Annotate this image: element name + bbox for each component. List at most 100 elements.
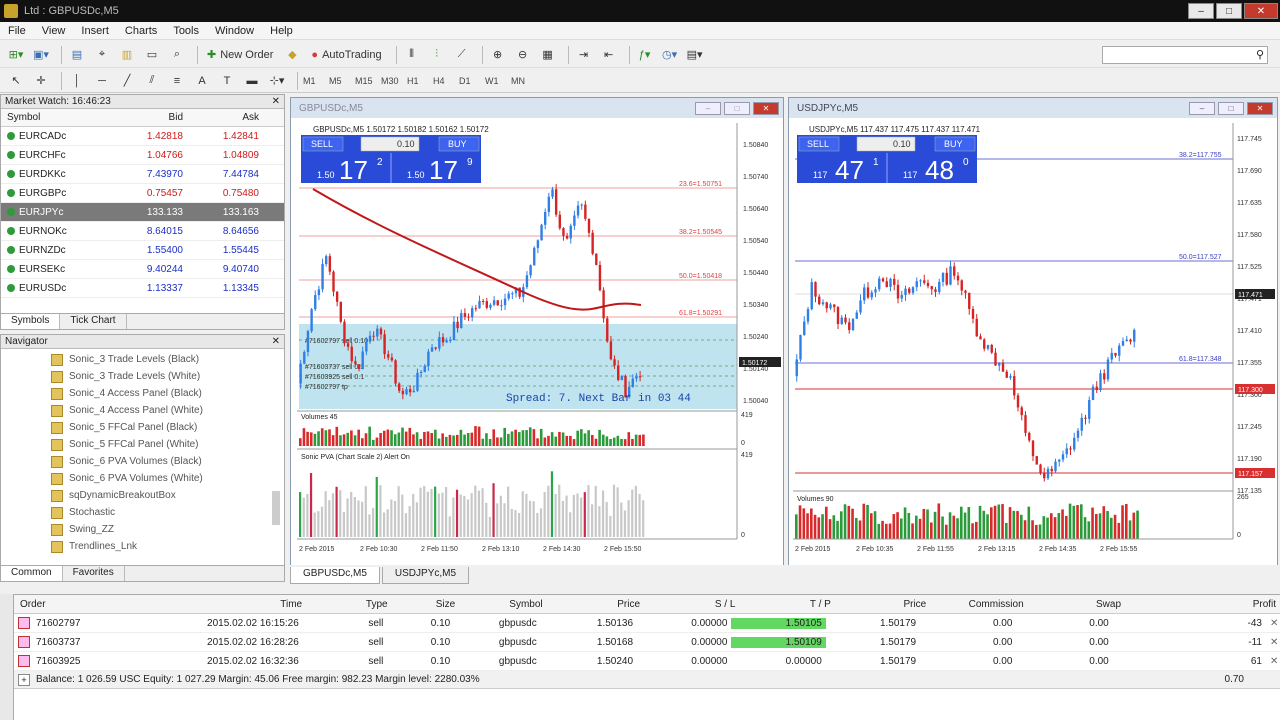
navigator-item[interactable]: Sonic_3 Trade Levels (Black) [1, 351, 284, 368]
chart-shift-icon[interactable]: ⇥ [574, 45, 594, 65]
tab-common[interactable]: Common [1, 566, 63, 581]
horizontal-line-icon[interactable]: ─ [92, 71, 112, 91]
tab-symbols[interactable]: Symbols [1, 314, 61, 329]
navigator-item[interactable]: Sonic_5 FFCal Panel (Black) [1, 419, 284, 436]
zoom-in-icon[interactable]: ⊕ [488, 45, 508, 65]
metaeditor-icon[interactable]: ◆ [282, 45, 302, 65]
timeframe-w1[interactable]: W1 [485, 76, 507, 86]
close-icon[interactable]: ✕ [272, 336, 280, 347]
market-watch-row[interactable]: EURSEKc 9.40244 9.40740 [1, 260, 284, 279]
menu-tools[interactable]: Tools [165, 25, 207, 37]
minimize-button[interactable]: – [1188, 3, 1214, 19]
timeframe-m15[interactable]: M15 [355, 76, 377, 86]
periods-icon[interactable]: ◷▾ [660, 45, 680, 65]
timeframe-h4[interactable]: H4 [433, 76, 455, 86]
navigator-icon[interactable]: ▥ [117, 45, 137, 65]
expand-icon[interactable]: + [18, 673, 30, 686]
navigator-item[interactable]: Sonic_4 Access Panel (Black) [1, 385, 284, 402]
market-watch-row[interactable]: EURUSDc 1.13337 1.13345 [1, 279, 284, 298]
fibonacci-icon[interactable]: ≡ [167, 71, 187, 91]
column-time[interactable]: Time [131, 599, 306, 610]
terminal-icon[interactable]: ▭ [142, 45, 162, 65]
column-profit[interactable]: Profit [1125, 599, 1280, 610]
maximize-button[interactable]: □ [1216, 3, 1242, 19]
tester-icon[interactable]: ⌕ [167, 45, 187, 65]
column-sl[interactable]: S / L [644, 599, 739, 610]
crosshair-icon[interactable]: ✛ [31, 71, 51, 91]
timeframe-m30[interactable]: M30 [381, 76, 403, 86]
navigator-scrollbar[interactable] [272, 491, 280, 525]
channel-icon[interactable]: ⫽ [142, 71, 162, 91]
shapes-icon[interactable]: ⊹▾ [267, 71, 287, 91]
column-type[interactable]: Type [306, 599, 391, 610]
new-chart-icon[interactable]: ⊞▾ [6, 45, 26, 65]
timeframe-h1[interactable]: H1 [407, 76, 429, 86]
chart-window-titlebar[interactable]: USDJPYc,M5 – □ ✕ [789, 98, 1277, 118]
market-watch-row[interactable]: EURCADc 1.42818 1.42841 [1, 127, 284, 146]
auto-scroll-icon[interactable]: ⇤ [599, 45, 619, 65]
column-symbol[interactable]: Symbol [459, 599, 546, 610]
close-button[interactable]: ✕ [1247, 101, 1273, 115]
maximize-button[interactable]: □ [1218, 101, 1244, 115]
chart-tab-gbpusd[interactable]: GBPUSDc,M5 [290, 567, 380, 584]
close-order-icon[interactable]: ✕ [1266, 656, 1280, 667]
market-watch-row[interactable]: EURNZDc 1.55400 1.55445 [1, 241, 284, 260]
indicators-icon[interactable]: ƒ▾ [635, 45, 655, 65]
close-icon[interactable]: ✕ [272, 96, 280, 107]
maximize-button[interactable]: □ [724, 101, 750, 115]
candlestick-icon[interactable]: ⫶ [427, 45, 447, 65]
timeframe-d1[interactable]: D1 [459, 76, 481, 86]
column-size[interactable]: Size [392, 599, 460, 610]
gbpusd-chart[interactable]: GBPUSDc,M5 1.50172 1.50182 1.50162 1.501… [291, 119, 783, 565]
navigator-item[interactable]: Sonic_3 Trade Levels (White) [1, 368, 284, 385]
cursor-icon[interactable]: ↖ [6, 71, 26, 91]
close-button[interactable]: ✕ [1244, 3, 1278, 19]
chart-window-usdjpy[interactable]: USDJPYc,M5 – □ ✕ USDJPYc,M5 117.437 117.47… [788, 97, 1278, 565]
data-window-icon[interactable]: ⌖ [92, 45, 112, 65]
zoom-out-icon[interactable]: ⊖ [513, 45, 533, 65]
column-commission[interactable]: Commission [930, 599, 1027, 610]
chart-window-gbpusd[interactable]: GBPUSDc,M5 – □ ✕ GBPUSDc,M5 1.50172 1.5018… [290, 97, 784, 565]
market-watch-row[interactable]: EURGBPc 0.75457 0.75480 [1, 184, 284, 203]
usdjpy-chart[interactable]: USDJPYc,M5 117.437 117.475 117.437 117.4… [789, 119, 1277, 565]
market-watch-row[interactable]: EURCHFc 1.04766 1.04809 [1, 146, 284, 165]
order-row[interactable]: 71602797 2015.02.02 16:15:26 sell 0.10 gbpus… [14, 614, 1280, 633]
column-tp[interactable]: T / P [739, 599, 834, 610]
column-ask[interactable]: Ask [189, 112, 265, 123]
menu-view[interactable]: View [34, 25, 74, 37]
navigator-item[interactable]: Sonic_6 PVA Volumes (Black) [1, 453, 284, 470]
timeframe-mn[interactable]: MN [511, 76, 533, 86]
navigator-item[interactable]: Sonic_5 FFCal Panel (White) [1, 436, 284, 453]
navigator-item[interactable]: Sonic_6 PVA Volumes (White) [1, 470, 284, 487]
menu-insert[interactable]: Insert [73, 25, 117, 37]
timeframe-m5[interactable]: M5 [329, 76, 351, 86]
bar-chart-icon[interactable]: ⫴ [402, 45, 422, 65]
vertical-line-icon[interactable]: │ [67, 71, 87, 91]
menu-file[interactable]: File [0, 25, 34, 37]
column-current-price[interactable]: Price [835, 599, 930, 610]
minimize-button[interactable]: – [1189, 101, 1215, 115]
profiles-icon[interactable]: ▣▾ [31, 45, 51, 65]
autotrading-button[interactable]: ● AutoTrading [307, 45, 385, 65]
market-watch-icon[interactable]: ▤ [67, 45, 87, 65]
close-order-icon[interactable]: ✕ [1266, 618, 1280, 629]
arrows-icon[interactable]: ▬ [242, 71, 262, 91]
timeframe-m1[interactable]: M1 [303, 76, 325, 86]
market-watch-row[interactable]: EURDKKc 7.43970 7.44784 [1, 165, 284, 184]
navigator-item[interactable]: sqDynamicBreakoutBox [1, 487, 284, 504]
column-symbol[interactable]: Symbol [1, 112, 113, 123]
menu-help[interactable]: Help [262, 25, 301, 37]
close-order-icon[interactable]: ✕ [1266, 637, 1280, 648]
order-row[interactable]: 71603737 2015.02.02 16:28:26 sell 0.10 gbpus… [14, 633, 1280, 652]
column-bid[interactable]: Bid [113, 112, 189, 123]
text-label-icon[interactable]: T [217, 71, 237, 91]
navigator-item[interactable]: Stochastic [1, 504, 284, 521]
tile-windows-icon[interactable]: ▦ [538, 45, 558, 65]
new-order-button[interactable]: ✚ New Order [203, 45, 277, 65]
tab-favorites[interactable]: Favorites [63, 566, 125, 581]
navigator-item[interactable]: Swing_ZZ [1, 521, 284, 538]
minimize-button[interactable]: – [695, 101, 721, 115]
menu-window[interactable]: Window [207, 25, 262, 37]
search-input[interactable]: ⚲ [1102, 46, 1268, 64]
market-watch-row[interactable]: EURNOKc 8.64015 8.64656 [1, 222, 284, 241]
